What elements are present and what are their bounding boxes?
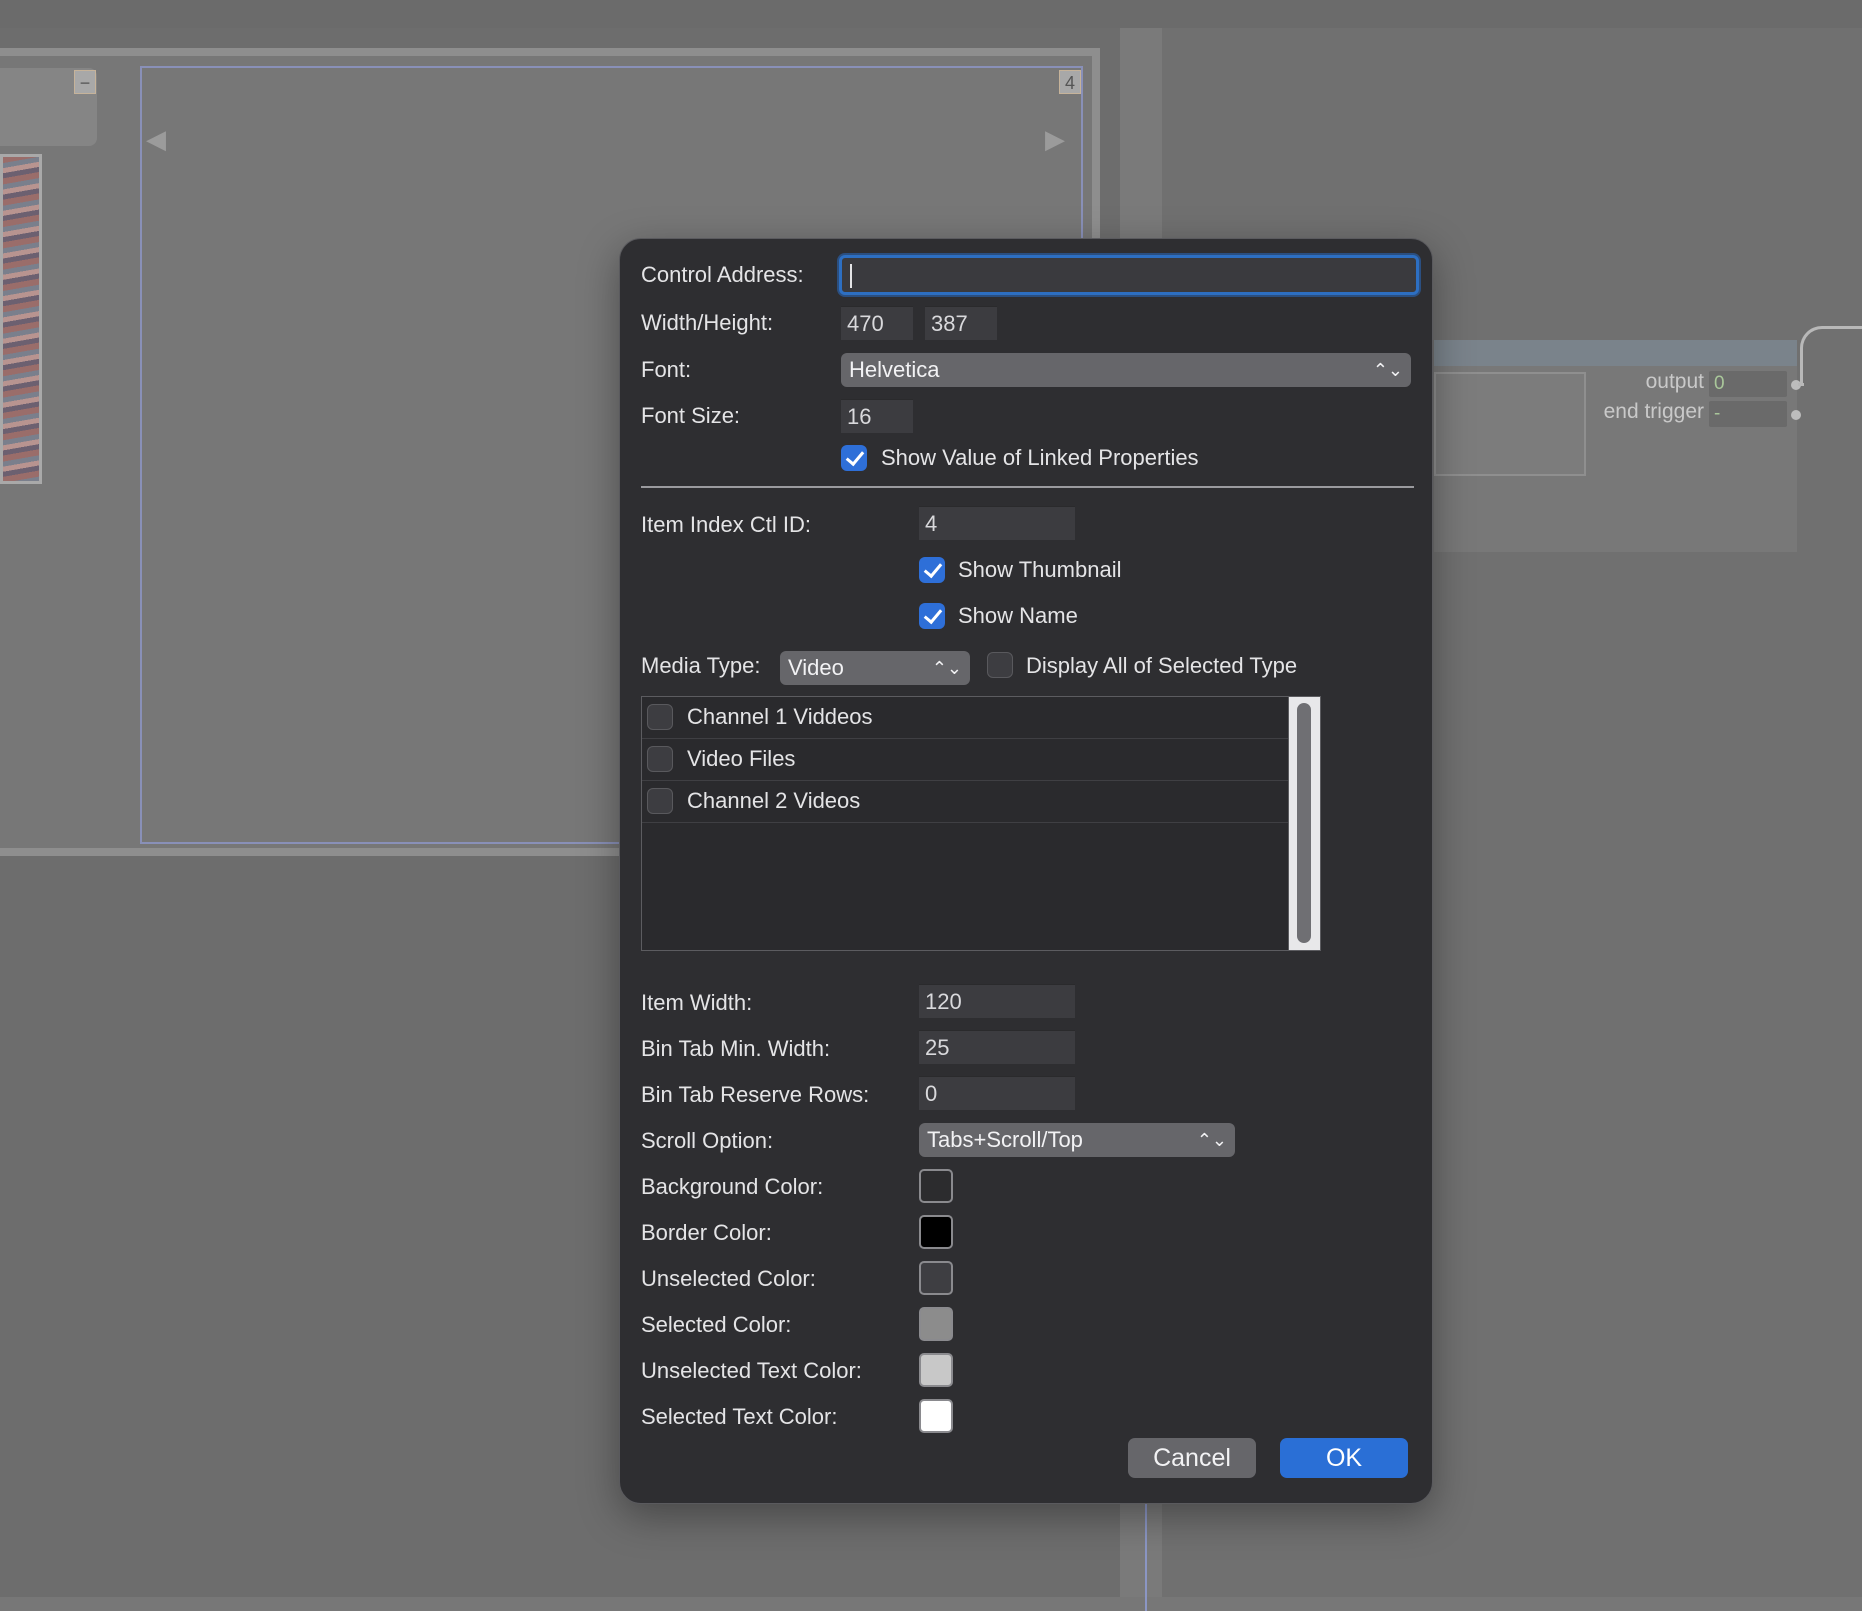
selection-guide-line [1145, 1500, 1147, 1611]
show-name-label: Show Name [958, 603, 1078, 628]
chevron-updown-icon: ⌃⌄ [931, 658, 962, 678]
color-label: Selected Text Color: [641, 1404, 838, 1429]
scroll-option-label: Scroll Option: [641, 1128, 774, 1153]
control-address-label: Control Address: [641, 262, 804, 287]
font-size-field[interactable]: 16 [841, 399, 913, 433]
bin-tab-reserve-rows-label: Bin Tab Reserve Rows: [641, 1082, 870, 1107]
output-port-value[interactable]: 0 [1709, 371, 1787, 397]
display-all-label: Display All of Selected Type [1026, 653, 1298, 678]
unselected-color-swatch[interactable] [919, 1261, 953, 1295]
bin-tab-min-width-label: Bin Tab Min. Width: [641, 1036, 831, 1061]
chevron-updown-icon: ⌃⌄ [1196, 1130, 1227, 1150]
background-bottom-strip [0, 1597, 1862, 1611]
list-item-checkbox[interactable] [647, 746, 673, 772]
show-value-linked-checkbox[interactable] [841, 445, 867, 471]
show-thumbnail-label: Show Thumbnail [958, 557, 1122, 582]
color-label: Unselected Text Color: [641, 1358, 862, 1383]
show-value-linked-label: Show Value of Linked Properties [881, 445, 1199, 470]
next-arrow-icon[interactable]: ▶ [1045, 124, 1065, 155]
index-badge: 4 [1059, 70, 1081, 94]
chevron-updown-icon: ⌃⌄ [1372, 360, 1403, 380]
list-item[interactable]: Video Files [642, 739, 1288, 781]
border-color-swatch[interactable] [919, 1215, 953, 1249]
node-header[interactable] [1434, 340, 1797, 366]
media-type-label: Media Type: [641, 653, 761, 678]
connection-wire [1800, 326, 1862, 386]
ok-button[interactable]: OK [1280, 1438, 1408, 1478]
prev-arrow-icon[interactable]: ◀ [146, 124, 166, 155]
media-bin-list[interactable]: Channel 1 Viddeos Video Files Channel 2 … [641, 696, 1321, 951]
scroll-option-select-value: Tabs+Scroll/Top [927, 1127, 1083, 1152]
list-scrollbar[interactable] [1288, 697, 1320, 950]
width-height-label: Width/Height: [641, 310, 774, 335]
scrollbar-thumb[interactable] [1297, 703, 1311, 943]
font-label: Font: [641, 357, 692, 382]
height-field[interactable]: 387 [925, 306, 997, 340]
item-width-label: Item Width: [641, 990, 753, 1015]
scroll-option-select[interactable]: Tabs+Scroll/Top ⌃⌄ [919, 1123, 1235, 1157]
color-label: Border Color: [641, 1220, 772, 1245]
bin-tab-reserve-rows-field[interactable]: 0 [919, 1076, 1075, 1110]
selected-color-swatch[interactable] [919, 1307, 953, 1341]
list-item-checkbox[interactable] [647, 788, 673, 814]
list-item[interactable]: Channel 2 Videos [642, 781, 1288, 823]
thumbnail-image [0, 154, 42, 484]
color-label: Unselected Color: [641, 1266, 816, 1291]
item-width-field[interactable]: 120 [919, 984, 1075, 1018]
show-name-checkbox[interactable] [919, 603, 945, 629]
end-trigger-port-dot[interactable] [1791, 410, 1801, 420]
media-type-select[interactable]: Video ⌃⌄ [780, 651, 970, 685]
show-thumbnail-checkbox[interactable] [919, 557, 945, 583]
selected-text-color-swatch[interactable] [919, 1399, 953, 1433]
list-item-label: Video Files [687, 746, 796, 771]
color-label: Background Color: [641, 1174, 824, 1199]
width-field[interactable]: 470 [841, 306, 913, 340]
font-size-label: Font Size: [641, 403, 741, 428]
list-item[interactable]: Channel 1 Viddeos [642, 697, 1288, 739]
text-caret [850, 264, 852, 288]
list-item-label: Channel 1 Viddeos [687, 704, 873, 729]
display-all-checkbox[interactable] [987, 652, 1013, 678]
control-address-input[interactable] [839, 255, 1419, 295]
background-top-strip [0, 0, 1862, 28]
cancel-button[interactable]: Cancel [1128, 1438, 1256, 1478]
media-type-select-value: Video [788, 655, 844, 680]
section-separator [641, 486, 1414, 488]
font-select[interactable]: Helvetica ⌃⌄ [841, 353, 1411, 387]
item-index-field[interactable]: 4 [919, 506, 1075, 540]
properties-dialog: Control Address: Width/Height: 470 387 F… [619, 238, 1433, 1504]
output-port-label: output [1645, 370, 1704, 393]
list-item-label: Channel 2 Videos [687, 788, 861, 813]
font-select-value: Helvetica [849, 357, 940, 382]
item-index-label: Item Index Ctl ID: [641, 512, 811, 537]
bin-tab-min-width-field[interactable]: 25 [919, 1030, 1075, 1064]
collapse-badge[interactable]: − [74, 70, 96, 94]
connection-wire-stub [1798, 383, 1804, 386]
list-item-checkbox[interactable] [647, 704, 673, 730]
end-trigger-port-label: end trigger [1603, 400, 1704, 423]
unselected-text-color-swatch[interactable] [919, 1353, 953, 1387]
end-trigger-port-value[interactable]: - [1709, 401, 1787, 427]
color-label: Selected Color: [641, 1312, 792, 1337]
background-color-swatch[interactable] [919, 1169, 953, 1203]
